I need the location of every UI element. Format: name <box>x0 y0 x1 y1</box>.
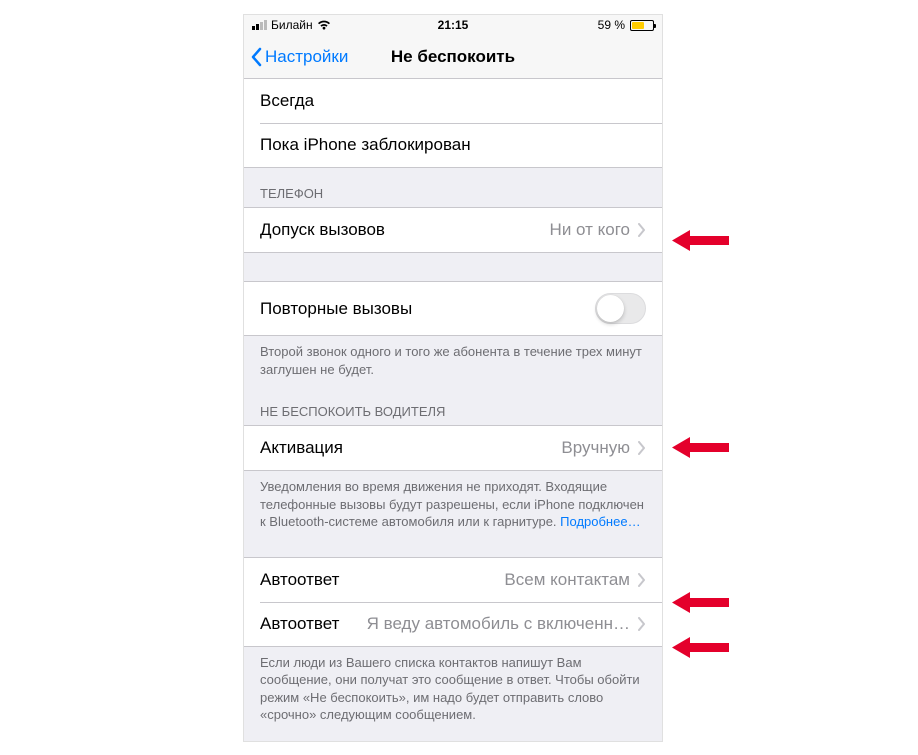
cell-label: Автоответ <box>260 570 339 590</box>
cell-label: Пока iPhone заблокирован <box>260 135 471 155</box>
dnd-driving-section: НЕ БЕСПОКОИТЬ ВОДИТЕЛЯ Активация Вручную… <box>244 386 662 539</box>
nav-bar: Настройки Не беспокоить <box>244 35 662 79</box>
cell-detail: Вручную <box>343 438 630 458</box>
status-time: 21:15 <box>244 18 662 32</box>
back-button[interactable]: Настройки <box>250 47 348 67</box>
repeated-section: Повторные вызовы Второй звонок одного и … <box>244 281 662 386</box>
autoreply-message-row[interactable]: Автоответ Я веду автомобиль с включенн… <box>244 602 662 646</box>
group-footer: Уведомления во время движения не приходя… <box>244 471 662 539</box>
cell-detail: Я веду автомобиль с включенн… <box>349 614 630 634</box>
annotation-arrow <box>672 227 729 254</box>
chevron-left-icon <box>250 47 262 67</box>
cell-label: Активация <box>260 438 343 458</box>
autoreply-to-row[interactable]: Автоответ Всем контактам <box>244 558 662 602</box>
battery-icon <box>630 20 654 31</box>
chevron-right-icon <box>638 573 646 587</box>
annotation-arrow <box>672 634 729 661</box>
back-label: Настройки <box>265 47 348 67</box>
group-footer: Второй звонок одного и того же абонента … <box>244 336 662 386</box>
allow-calls-row[interactable]: Допуск вызовов Ни от кого <box>244 208 662 252</box>
cell-label: Автоответ <box>260 614 339 634</box>
phone-frame: Билайн 21:15 59 % Настройки Не беспокоит… <box>243 14 663 742</box>
silence-group: Всегда Пока iPhone заблокирован <box>244 79 662 168</box>
chevron-right-icon <box>638 441 646 455</box>
chevron-right-icon <box>638 617 646 631</box>
autoreply-section: Автоответ Всем контактам Автоответ Я вед… <box>244 557 662 732</box>
annotation-arrow <box>672 589 729 616</box>
chevron-right-icon <box>638 223 646 237</box>
group-footer: Если люди из Вашего списка контактов нап… <box>244 647 662 732</box>
repeated-calls-switch[interactable] <box>595 293 646 324</box>
cell-label: Допуск вызовов <box>260 220 385 240</box>
group-header: НЕ БЕСПОКОИТЬ ВОДИТЕЛЯ <box>244 386 662 425</box>
cell-label: Всегда <box>260 91 314 111</box>
cell-label: Повторные вызовы <box>260 299 412 319</box>
repeated-calls-row[interactable]: Повторные вызовы <box>244 282 662 335</box>
cell-detail: Всем контактам <box>339 570 630 590</box>
learn-more-link[interactable]: Подробнее… <box>560 514 640 529</box>
phone-section: ТЕЛЕФОН Допуск вызовов Ни от кого <box>244 168 662 253</box>
annotation-arrow <box>672 434 729 461</box>
status-bar: Билайн 21:15 59 % <box>244 15 662 35</box>
activate-row[interactable]: Активация Вручную <box>244 426 662 470</box>
cell-detail: Ни от кого <box>385 220 630 240</box>
silence-always-row[interactable]: Всегда <box>244 79 662 123</box>
silence-locked-row[interactable]: Пока iPhone заблокирован <box>244 123 662 167</box>
group-header: ТЕЛЕФОН <box>244 168 662 207</box>
